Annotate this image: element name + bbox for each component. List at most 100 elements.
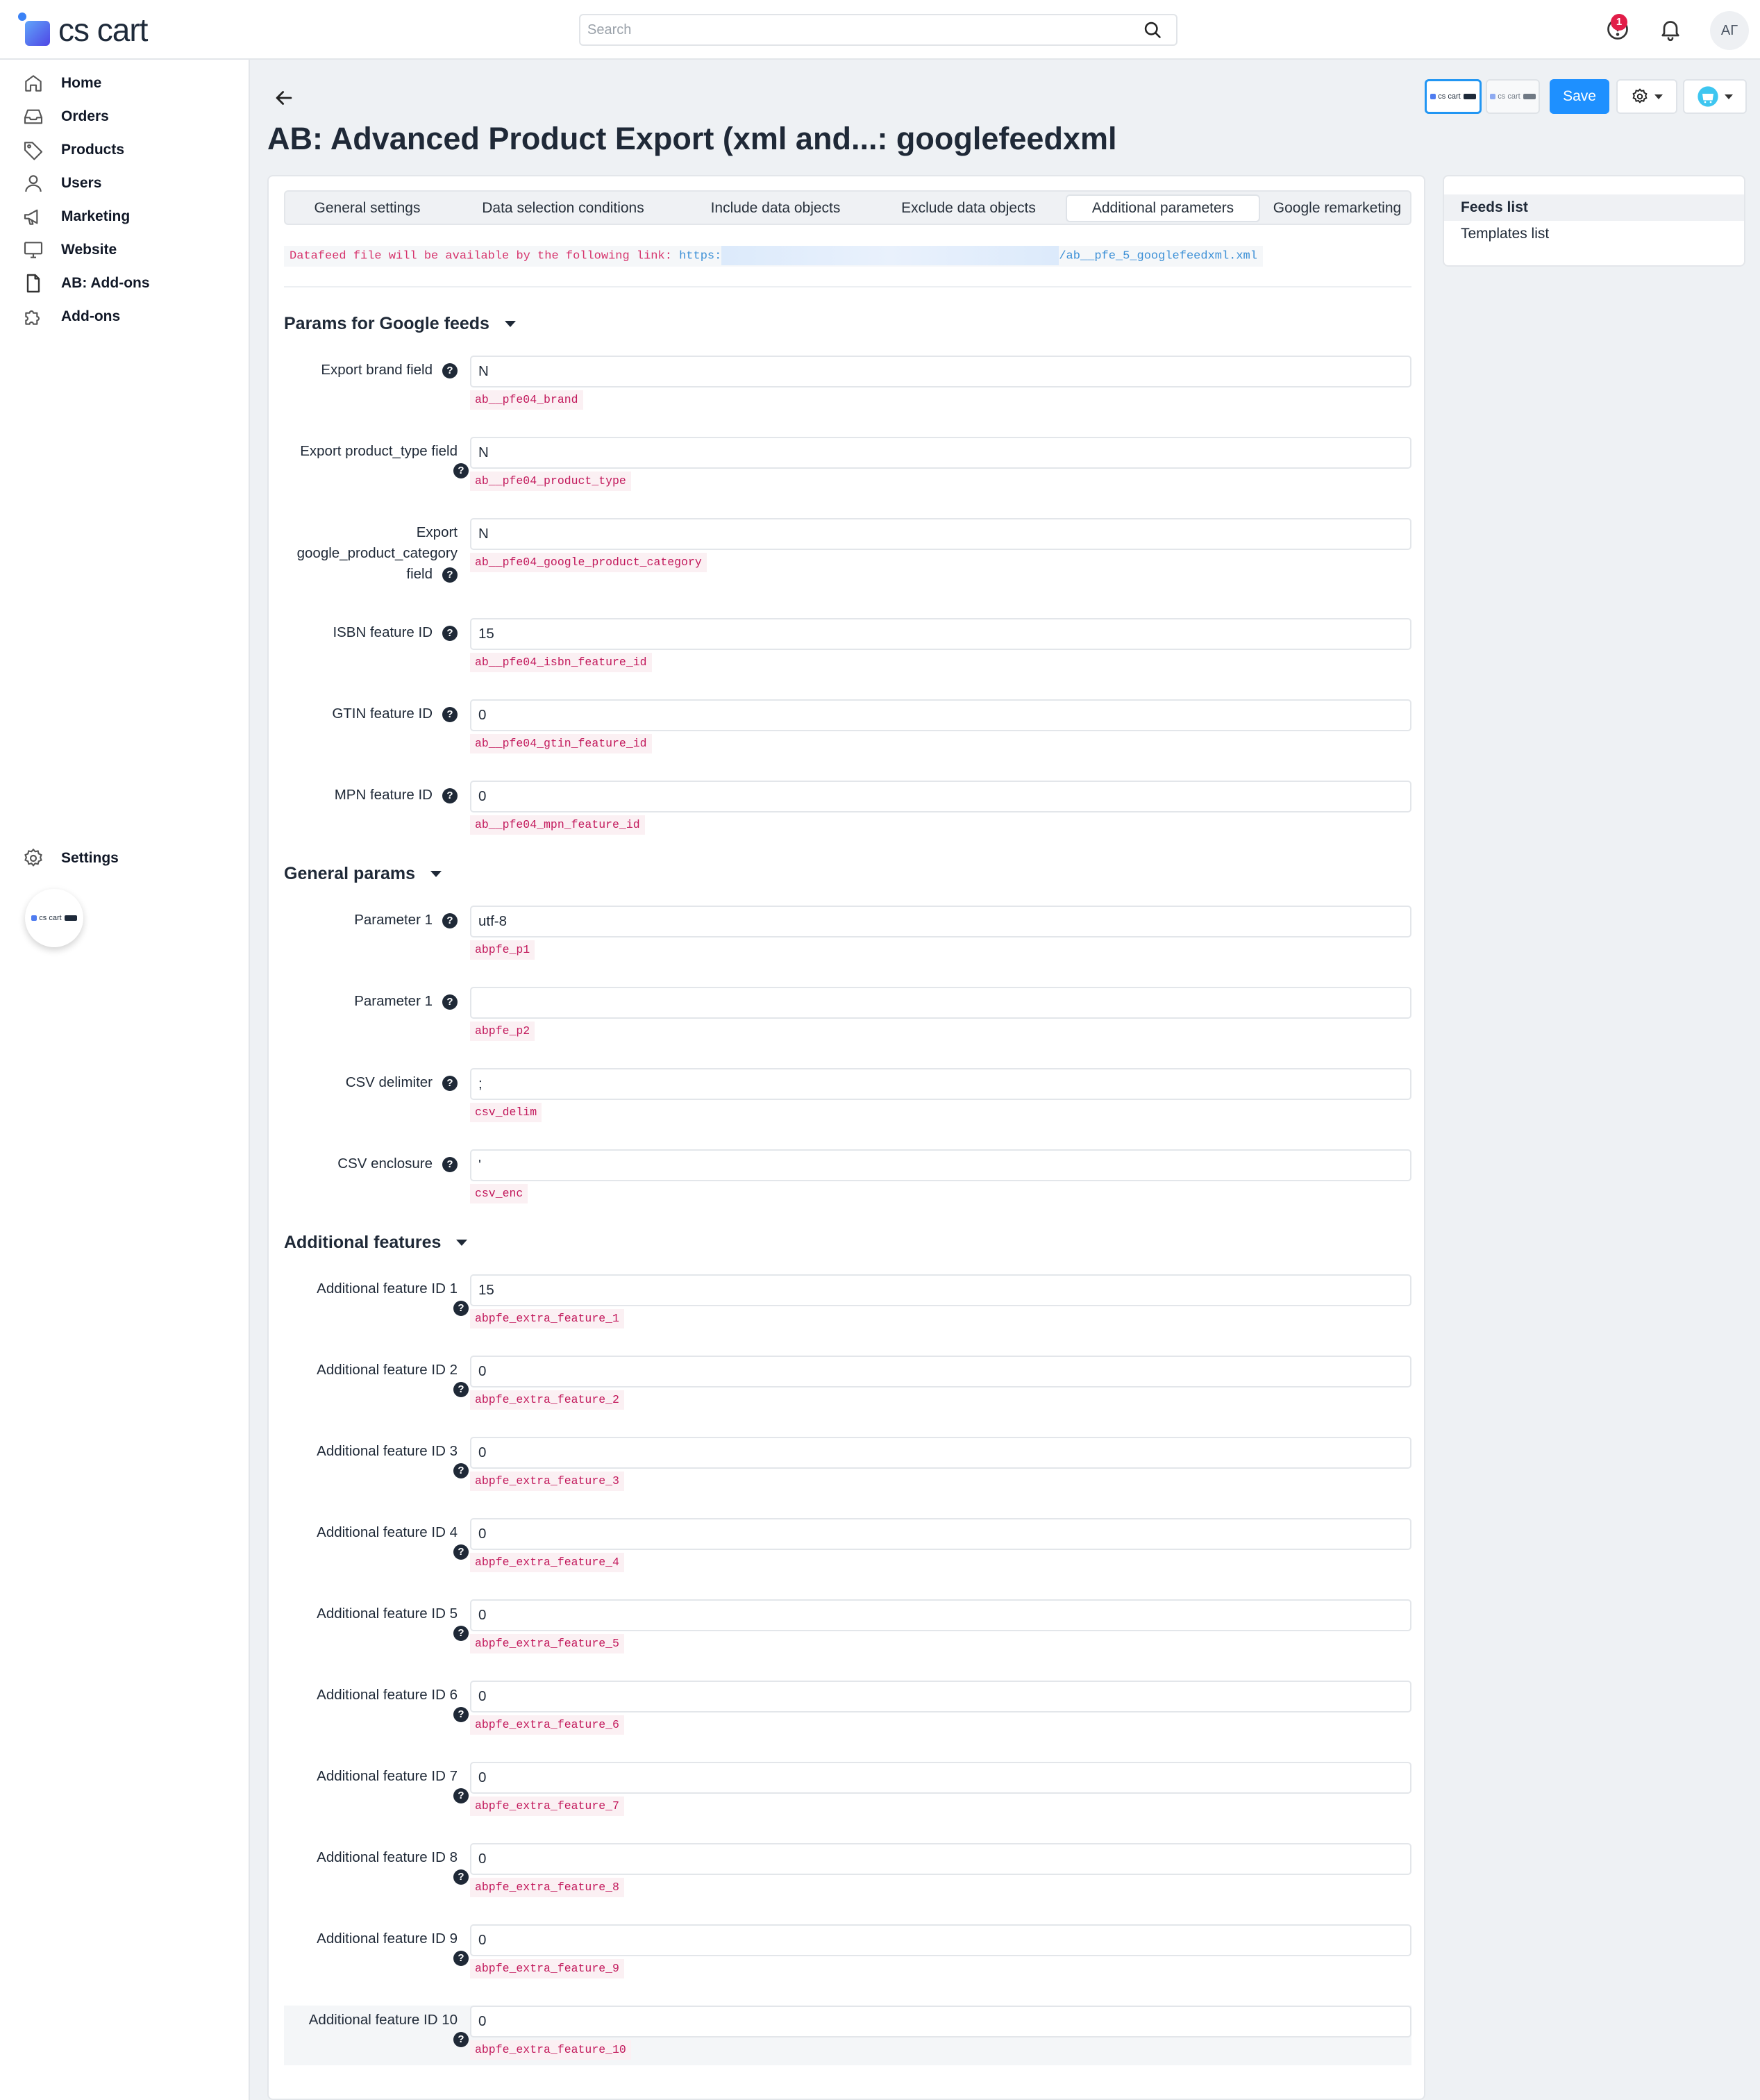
parameter-2-input[interactable] bbox=[470, 987, 1411, 1019]
sidebar-item-label: Website bbox=[61, 242, 117, 258]
export-google-product-category-input[interactable] bbox=[470, 518, 1411, 550]
help-icon[interactable]: ? bbox=[453, 1951, 469, 1966]
sidebar-item-products[interactable]: Products bbox=[22, 135, 124, 165]
datafeed-url-start[interactable]: https: bbox=[679, 249, 721, 262]
help-icon[interactable]: ? bbox=[453, 1788, 469, 1803]
sidebar-item-label: Users bbox=[61, 175, 102, 191]
cs-cart-mini-logo: cs cart bbox=[31, 914, 77, 922]
field-additional-feature-1: Additional feature ID 1 ? abpfe_extra_fe… bbox=[284, 1274, 1411, 1334]
additional-feature-5-input[interactable] bbox=[470, 1599, 1411, 1631]
field-label: CSV delimiter? bbox=[284, 1072, 458, 1093]
section-additional-features[interactable]: Additional features bbox=[284, 1233, 468, 1253]
gtin-feature-id-input[interactable] bbox=[470, 699, 1411, 731]
section-google-feeds[interactable]: Params for Google feeds bbox=[284, 314, 516, 334]
help-icon[interactable]: ? bbox=[442, 362, 458, 378]
sidebar-item-orders[interactable]: Orders bbox=[22, 101, 109, 132]
field-additional-feature-5: Additional feature ID 5 ? abpfe_extra_fe… bbox=[284, 1599, 1411, 1659]
additional-feature-9-input[interactable] bbox=[470, 1924, 1411, 1956]
bell-icon[interactable] bbox=[1658, 17, 1683, 42]
additional-feature-8-input[interactable] bbox=[470, 1843, 1411, 1875]
field-code: abpfe_extra_feature_3 bbox=[470, 1472, 624, 1491]
sidebar-item-users[interactable]: Users bbox=[22, 168, 101, 199]
help-icon[interactable]: ? bbox=[453, 1301, 469, 1316]
help-icon[interactable]: ? bbox=[453, 1544, 469, 1560]
field-code: abpfe_extra_feature_6 bbox=[470, 1715, 624, 1735]
csv-enclosure-input[interactable] bbox=[470, 1149, 1411, 1181]
user-icon bbox=[25, 175, 42, 192]
tab-google-remarketing[interactable]: Google remarketing bbox=[1266, 194, 1409, 222]
help-icon[interactable]: ? bbox=[453, 1626, 469, 1641]
help-icon[interactable]: ? bbox=[442, 625, 458, 641]
storefront-button-2[interactable]: cs cart bbox=[1486, 79, 1540, 114]
sidebar-item-settings[interactable]: Settings bbox=[22, 843, 119, 874]
parameter-1-input[interactable] bbox=[470, 906, 1411, 938]
logo-text: cs cart bbox=[58, 12, 148, 48]
cs-cart-logo[interactable]: cs cart bbox=[17, 12, 148, 48]
export-product-type-input[interactable] bbox=[470, 437, 1411, 469]
storefront-dropdown-button[interactable] bbox=[1683, 79, 1747, 114]
storefront-switcher[interactable]: cs cart bbox=[25, 889, 83, 947]
back-arrow-icon[interactable] bbox=[272, 86, 296, 110]
templates-list-link[interactable]: Templates list bbox=[1444, 221, 1744, 247]
help-icon[interactable]: ? bbox=[442, 706, 458, 722]
help-icon[interactable]: ? bbox=[442, 912, 458, 928]
export-brand-input[interactable] bbox=[470, 356, 1411, 388]
section-general-params[interactable]: General params bbox=[284, 864, 442, 884]
tab-exclude-data-objects[interactable]: Exclude data objects bbox=[877, 194, 1060, 222]
tab-general-settings[interactable]: General settings bbox=[288, 194, 446, 222]
field-code: ab__pfe04_isbn_feature_id bbox=[470, 653, 652, 672]
help-icon[interactable]: ? bbox=[442, 1156, 458, 1172]
field-additional-feature-3: Additional feature ID 3 ? abpfe_extra_fe… bbox=[284, 1437, 1411, 1497]
datafeed-url-end[interactable]: /ab__pfe_5_googlefeedxml.xml bbox=[1059, 249, 1257, 262]
additional-feature-2-input[interactable] bbox=[470, 1356, 1411, 1388]
tab-additional-parameters[interactable]: Additional parameters bbox=[1066, 194, 1260, 222]
field-parameter-1: Parameter 1? abpfe_p1 bbox=[284, 906, 1411, 961]
help-icon[interactable]: ? bbox=[453, 1869, 469, 1885]
tab-data-selection-conditions[interactable]: Data selection conditions bbox=[452, 194, 674, 222]
additional-feature-7-input[interactable] bbox=[470, 1762, 1411, 1794]
search-input[interactable] bbox=[580, 15, 1122, 44]
settings-dropdown-button[interactable] bbox=[1616, 79, 1677, 114]
sidebar-item-addons[interactable]: Add-ons bbox=[22, 301, 120, 332]
save-button[interactable]: Save bbox=[1550, 79, 1609, 114]
field-code: abpfe_p2 bbox=[470, 1022, 535, 1041]
additional-feature-1-input[interactable] bbox=[470, 1274, 1411, 1306]
csv-delimiter-input[interactable] bbox=[470, 1068, 1411, 1100]
help-icon[interactable]: ? bbox=[453, 2032, 469, 2047]
additional-feature-6-input[interactable] bbox=[470, 1681, 1411, 1712]
field-code: abpfe_extra_feature_2 bbox=[470, 1390, 624, 1410]
sidebar-item-marketing[interactable]: Marketing bbox=[22, 201, 130, 232]
field-label: Additional feature ID 7 bbox=[317, 1768, 458, 1784]
help-icon[interactable]: ? bbox=[453, 1463, 469, 1478]
mpn-feature-id-input[interactable] bbox=[470, 781, 1411, 812]
additional-feature-3-input[interactable] bbox=[470, 1437, 1411, 1469]
additional-feature-4-input[interactable] bbox=[470, 1518, 1411, 1550]
field-export-brand: Export brand field? ab__pfe04_brand bbox=[284, 356, 1411, 411]
field-label: Export google_product_category field? bbox=[296, 524, 458, 583]
help-icon[interactable]: ? bbox=[442, 788, 458, 803]
storefront-icon bbox=[1698, 86, 1718, 107]
page-title: AB: Advanced Product Export (xml and...:… bbox=[267, 121, 1117, 156]
isbn-feature-id-input[interactable] bbox=[470, 618, 1411, 650]
help-icon[interactable]: ? bbox=[453, 1382, 469, 1397]
sidebar-item-website[interactable]: Website bbox=[22, 235, 117, 265]
logo-mark-icon bbox=[17, 12, 54, 47]
field-csv-enclosure: CSV enclosure? csv_enc bbox=[284, 1149, 1411, 1205]
sidebar-item-ab-addons[interactable]: AB: Add-ons bbox=[22, 268, 150, 299]
field-label: Additional feature ID 3 bbox=[317, 1443, 458, 1459]
sidebar: Home Orders Products Users Marketing Web… bbox=[0, 60, 250, 2100]
storefront-button-1[interactable]: cs cart bbox=[1425, 79, 1482, 114]
sidebar-item-home[interactable]: Home bbox=[22, 68, 101, 99]
field-label: Additional feature ID 4 bbox=[317, 1524, 458, 1540]
additional-feature-10-input[interactable] bbox=[470, 2006, 1411, 2038]
user-avatar[interactable]: АГ bbox=[1710, 11, 1749, 50]
help-icon[interactable]: ? bbox=[442, 994, 458, 1010]
help-icon[interactable]: ? bbox=[453, 1707, 469, 1722]
help-icon[interactable]: ? bbox=[453, 463, 469, 478]
help-icon[interactable]: ? bbox=[442, 567, 458, 583]
help-icon[interactable]: ? bbox=[442, 1075, 458, 1091]
feeds-list-link[interactable]: Feeds list bbox=[1444, 194, 1744, 221]
tab-include-data-objects[interactable]: Include data objects bbox=[680, 194, 871, 222]
search-box[interactable] bbox=[579, 14, 1177, 46]
search-icon[interactable] bbox=[1143, 20, 1162, 40]
